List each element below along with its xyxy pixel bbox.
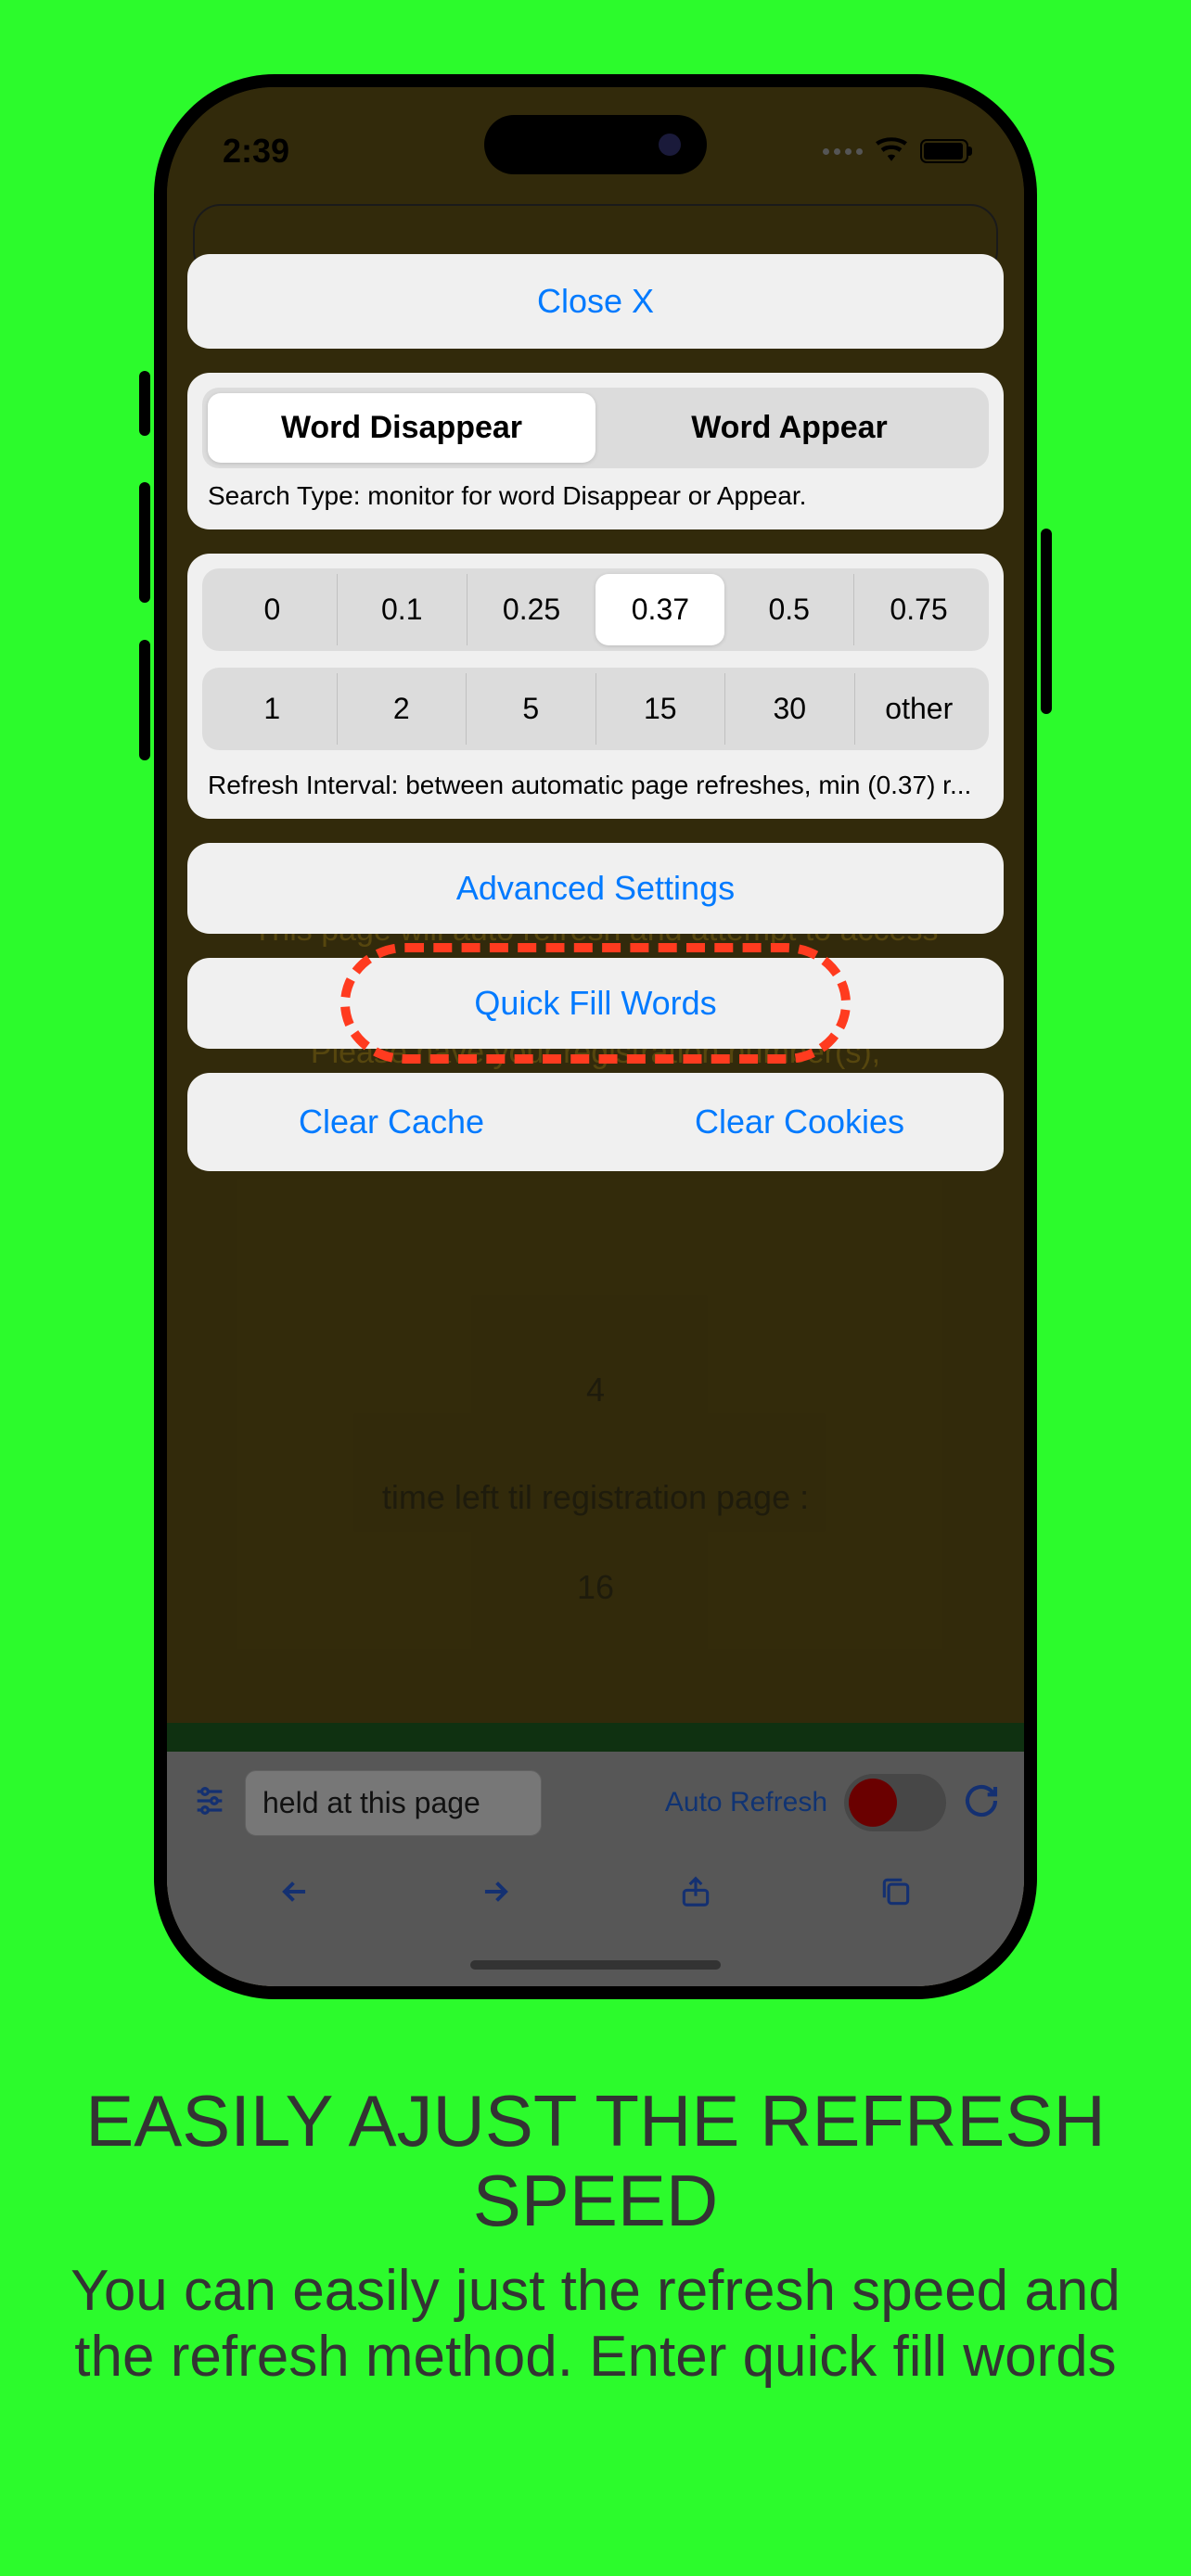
volume-down-button bbox=[139, 640, 150, 760]
power-button bbox=[1041, 529, 1052, 714]
cellular-icon bbox=[823, 148, 863, 155]
interval-0.25[interactable]: 0.25 bbox=[467, 574, 596, 645]
marketing-heading: EASILY AJUST THE REFRESH SPEED bbox=[46, 2082, 1145, 2241]
interval-0[interactable]: 0 bbox=[208, 574, 337, 645]
interval-row-1: 0 0.1 0.25 0.37 0.5 0.75 bbox=[202, 568, 989, 651]
battery-icon bbox=[920, 139, 968, 163]
highlight-oval bbox=[340, 943, 851, 1064]
quick-fill-words-button[interactable]: Quick Fill Words bbox=[187, 958, 1004, 1049]
advanced-settings-button[interactable]: Advanced Settings bbox=[187, 843, 1004, 934]
clear-cache-button[interactable]: Clear Cache bbox=[187, 1073, 596, 1171]
status-right bbox=[823, 137, 968, 166]
home-indicator bbox=[470, 1960, 721, 1970]
marketing-body: You can easily just the refresh speed an… bbox=[46, 2258, 1145, 2391]
interval-0.5[interactable]: 0.5 bbox=[724, 574, 853, 645]
interval-caption: Refresh Interval: between automatic page… bbox=[202, 767, 989, 804]
wifi-icon bbox=[876, 137, 907, 166]
phone-frame: 2:39 Back to Home Page This page will au… bbox=[154, 74, 1037, 1999]
dynamic-island bbox=[484, 115, 707, 174]
word-appear-tab[interactable]: Word Appear bbox=[596, 393, 983, 463]
search-type-card: Word Disappear Word Appear Search Type: … bbox=[187, 373, 1004, 529]
interval-1[interactable]: 1 bbox=[208, 673, 337, 745]
interval-5[interactable]: 5 bbox=[466, 673, 596, 745]
volume-up-button bbox=[139, 482, 150, 603]
interval-30[interactable]: 30 bbox=[724, 673, 854, 745]
interval-15[interactable]: 15 bbox=[596, 673, 725, 745]
screen: 2:39 Back to Home Page This page will au… bbox=[167, 87, 1024, 1986]
clear-card: Clear Cache Clear Cookies bbox=[187, 1073, 1004, 1171]
word-disappear-tab[interactable]: Word Disappear bbox=[208, 393, 596, 463]
marketing-caption: EASILY AJUST THE REFRESH SPEED You can e… bbox=[0, 2082, 1191, 2390]
volume-silence-switch bbox=[139, 371, 150, 436]
interval-0.37[interactable]: 0.37 bbox=[596, 574, 724, 645]
close-card: Close X bbox=[187, 254, 1004, 349]
settings-panel: Close X Word Disappear Word Appear Searc… bbox=[187, 254, 1004, 1195]
interval-0.75[interactable]: 0.75 bbox=[853, 574, 983, 645]
interval-row-2: 1 2 5 15 30 other bbox=[202, 668, 989, 750]
search-type-segment: Word Disappear Word Appear bbox=[202, 388, 989, 468]
refresh-interval-card: 0 0.1 0.25 0.37 0.5 0.75 1 2 5 15 30 oth… bbox=[187, 554, 1004, 819]
interval-0.1[interactable]: 0.1 bbox=[337, 574, 467, 645]
status-time: 2:39 bbox=[223, 132, 289, 171]
interval-2[interactable]: 2 bbox=[337, 673, 467, 745]
search-type-caption: Search Type: monitor for word Disappear … bbox=[202, 468, 989, 515]
interval-other[interactable]: other bbox=[854, 673, 984, 745]
advanced-settings-label: Advanced Settings bbox=[456, 869, 735, 907]
clear-cookies-button[interactable]: Clear Cookies bbox=[596, 1073, 1004, 1171]
close-button[interactable]: Close X bbox=[202, 269, 989, 334]
